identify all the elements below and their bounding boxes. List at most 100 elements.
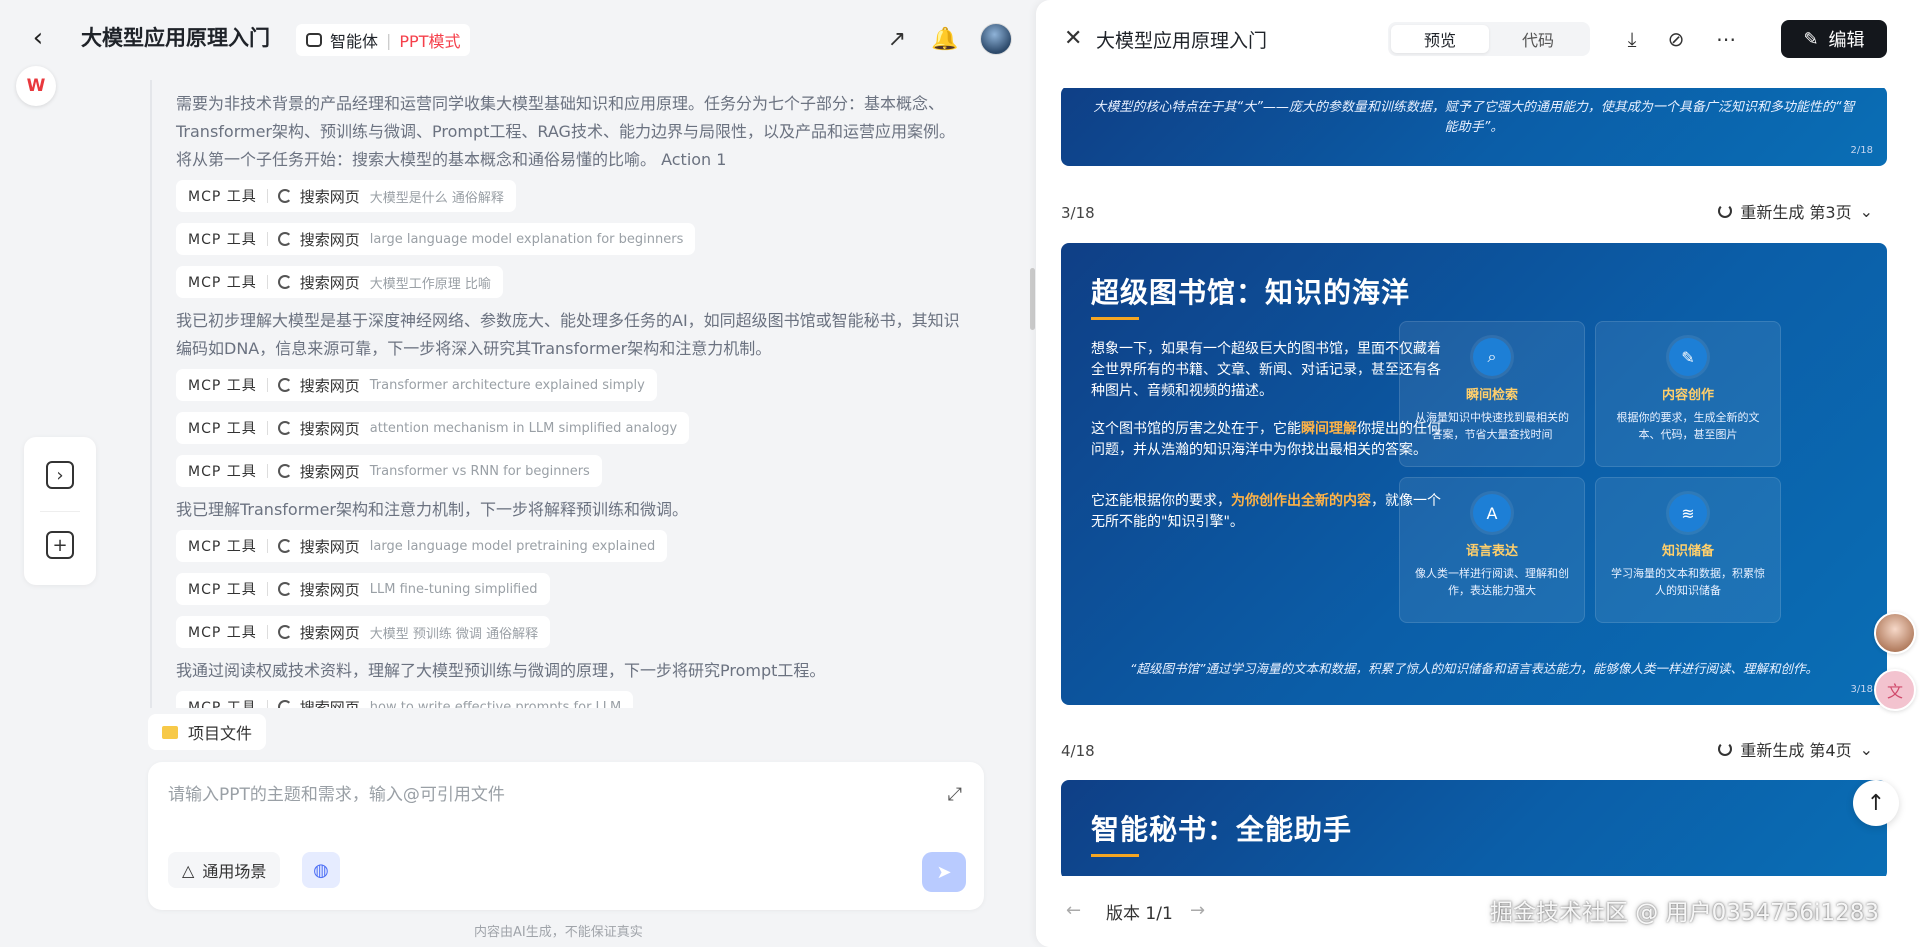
regenerate-label: 重新生成 第3页	[1740, 203, 1852, 222]
prev-version-icon[interactable]: ←	[1066, 900, 1081, 921]
divider	[266, 582, 268, 596]
view-switch: 预览 代码	[1388, 22, 1590, 56]
translate-icon: A	[1473, 494, 1511, 532]
divider	[266, 539, 268, 553]
tool-call-chip[interactable]: MCP 工具 搜索网页 Transformer vs RNN for beginne…	[176, 455, 602, 487]
loading-icon	[277, 539, 292, 553]
mcp-tool-label: MCP 工具	[188, 275, 257, 291]
loading-icon	[277, 464, 292, 478]
slide-4[interactable]: 智能秘书：全能助手	[1061, 780, 1887, 876]
agent-message: 我通过阅读权威技术资料，理解了大模型预训练与微调的原理，下一步将研究Prompt…	[176, 661, 826, 680]
assistant-avatar[interactable]	[1874, 612, 1916, 654]
new-chat-icon[interactable]: +	[46, 531, 74, 559]
send-button[interactable]: ➤	[922, 852, 966, 892]
composer: 请输入PPT的主题和需求，输入@可引用文件 ⤢ △ 通用场景 ◍ ➤	[148, 762, 984, 910]
tab-preview[interactable]: 预览	[1391, 25, 1489, 53]
loading-icon	[277, 421, 292, 435]
tool-call-chip[interactable]: MCP 工具 搜索网页 LLM fine-tuning simplified	[176, 573, 550, 605]
scrollbar[interactable]	[1030, 268, 1035, 330]
avatar[interactable]	[980, 23, 1012, 55]
search-action-label: 搜索网页	[299, 580, 360, 599]
edit-button[interactable]: ✎ 编辑	[1781, 20, 1887, 58]
tool-call-chip[interactable]: MCP 工具 搜索网页 large language model pretraini…	[176, 530, 668, 562]
feature-card: ⌕ 瞬间检索 从海量知识中快速找到最相关的答案，节省大量查找时间	[1399, 321, 1585, 467]
robot-icon	[306, 33, 322, 47]
tool-call-row: MCP 工具 搜索网页 大模型是什么 通俗解释	[152, 178, 1010, 221]
more-icon[interactable]: ⋯	[1712, 25, 1740, 53]
slide-counter: 3/18	[1061, 204, 1095, 222]
slide-title: 超级图书馆：知识的海洋	[1091, 276, 1411, 309]
mcp-tool-label: MCP 工具	[188, 700, 257, 708]
next-version-icon[interactable]: →	[1190, 900, 1205, 921]
project-files-label: 项目文件	[188, 724, 253, 743]
agent-mode-tag[interactable]: 智能体 | PPT模式	[296, 24, 471, 56]
refresh-icon	[1718, 742, 1733, 756]
wps-logo[interactable]: W	[16, 66, 56, 106]
search-query: Transformer vs RNN for beginners	[369, 463, 590, 479]
divider	[266, 625, 268, 639]
watermark: 掘金技术社区 @ 用户0354756i1283	[1490, 900, 1879, 926]
tool-call-chip[interactable]: MCP 工具 搜索网页 attention mechanism in LLM sim…	[176, 412, 690, 444]
tool-call-chip[interactable]: MCP 工具 搜索网页 large language model explanati…	[176, 223, 696, 255]
tool-call-row: MCP 工具 搜索网页 大模型工作原理 比喻	[152, 264, 1010, 307]
download-icon[interactable]: ⤓	[1618, 25, 1646, 53]
agent-message: 我已初步理解大模型是基于深度神经网络、参数庞大、能处理多任务的AI，如同超级图书…	[176, 311, 960, 358]
loading-icon	[277, 189, 292, 203]
close-icon[interactable]: ✕	[1064, 26, 1082, 51]
tool-call-chip[interactable]: MCP 工具 搜索网页 大模型工作原理 比喻	[176, 266, 503, 298]
search-query: 大模型 预训练 微调 通俗解释	[369, 626, 539, 642]
slide-quote: 大模型的核心特点在于其“大”——庞大的参数量和训练数据，赋予了它强大的通用能力，…	[1093, 100, 1855, 135]
expand-icon[interactable]: ⤢	[948, 784, 962, 805]
loading-icon	[277, 378, 292, 392]
tool-call-row: MCP 工具 搜索网页 attention mechanism in LLM sim…	[152, 410, 1010, 453]
globe-icon[interactable]: ◍	[302, 852, 340, 888]
slide-3[interactable]: 超级图书馆：知识的海洋 想象一下，如果有一个超级巨大的图书馆，里面不仅藏着全世界…	[1061, 243, 1887, 705]
compass-icon[interactable]: ⊘	[1662, 25, 1690, 53]
tool-call-row: MCP 工具 搜索网页 大模型 预训练 微调 通俗解释	[152, 614, 1010, 657]
share-icon[interactable]: ↗	[884, 26, 910, 52]
slide-2[interactable]: 大模型的核心特点在于其“大”——庞大的参数量和训练数据，赋予了它强大的通用能力，…	[1061, 88, 1887, 166]
tool-call-chip[interactable]: MCP 工具 搜索网页 Transformer architecture expla…	[176, 369, 657, 401]
tool-call-row: MCP 工具 搜索网页 how to write effective prompts…	[152, 689, 1010, 708]
toggle-panel-icon[interactable]: ›	[46, 461, 74, 489]
mcp-tool-label: MCP 工具	[188, 378, 257, 394]
bell-icon[interactable]: 🔔	[931, 26, 958, 52]
divider	[266, 421, 268, 435]
chevron-down-icon: ⌄	[1859, 739, 1873, 759]
scene-selector[interactable]: △ 通用场景	[168, 852, 281, 888]
slide-quote: “超级图书馆”通过学习海量的文本和数据，积累了惊人的知识储备和语言表达能力，能够…	[1130, 661, 1818, 676]
mcp-tool-label: MCP 工具	[188, 232, 257, 248]
database-icon: ≋	[1669, 494, 1707, 532]
mcp-tool-label: MCP 工具	[188, 625, 257, 641]
title-underline	[1091, 854, 1139, 857]
tool-call-chip[interactable]: MCP 工具 搜索网页 how to write effective prompts…	[176, 691, 634, 709]
tool-call-chip[interactable]: MCP 工具 搜索网页 大模型是什么 通俗解释	[176, 180, 516, 212]
project-files-button[interactable]: 项目文件	[148, 714, 267, 750]
pencil-icon: ✎	[1803, 28, 1819, 50]
version-label: 版本 1/1	[1106, 904, 1173, 924]
chevron-left-icon: ‹	[32, 23, 44, 53]
prompt-input[interactable]: 请输入PPT的主题和需求，输入@可引用文件	[168, 780, 505, 805]
tool-call-chip[interactable]: MCP 工具 搜索网页 大模型 预训练 微调 通俗解释	[176, 616, 551, 648]
back-button[interactable]: ‹	[24, 23, 52, 53]
slide-paragraph: 想象一下，如果有一个超级巨大的图书馆，里面不仅藏着全世界所有的书籍、文章、新闻、…	[1091, 341, 1441, 399]
tab-code[interactable]: 代码	[1489, 25, 1587, 53]
regenerate-button[interactable]: 重新生成 第3页 ⌄	[1708, 196, 1883, 226]
message-feed: 需要为非技术背景的产品经理和运营同学收集大模型基础知识和应用原理。任务分为七个子…	[150, 80, 1010, 708]
tool-call-row: MCP 工具 搜索网页 large language model explanati…	[152, 221, 1010, 264]
regenerate-button[interactable]: 重新生成 第4页 ⌄	[1708, 734, 1883, 764]
scroll-top-button[interactable]: ↑	[1853, 780, 1899, 826]
brush-icon: ✎	[1669, 338, 1707, 376]
translate-bubble-icon[interactable]: 文	[1874, 669, 1916, 711]
slide-paragraph: 它还能根据你的要求，为你创作出全新的内容，就像一个无所不能的"知识引擎"。	[1091, 493, 1441, 530]
agent-label: 智能体	[330, 32, 379, 51]
search-action-label: 搜索网页	[299, 376, 360, 395]
ppt-mode-label: PPT模式	[399, 32, 461, 51]
search-action-label: 搜索网页	[299, 698, 360, 709]
slide-counter: 4/18	[1061, 742, 1095, 760]
search-query: 大模型是什么 通俗解释	[369, 190, 504, 206]
slide-list: 大模型的核心特点在于其“大”——庞大的参数量和训练数据，赋予了它强大的通用能力，…	[1036, 88, 1920, 876]
regenerate-label: 重新生成 第4页	[1740, 741, 1852, 760]
mcp-tool-label: MCP 工具	[188, 464, 257, 480]
search-query: attention mechanism in LLM simplified an…	[369, 420, 678, 436]
